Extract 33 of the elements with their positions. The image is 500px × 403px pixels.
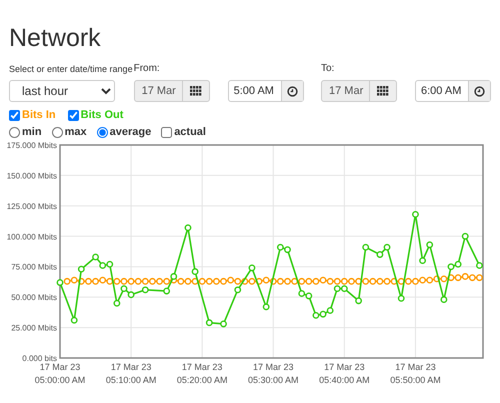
date-picker[interactable]: 17 Mar	[134, 80, 210, 102]
y-tick-label: 50.000 Mbits	[11, 293, 57, 302]
mode-label: average	[110, 124, 152, 140]
field-label: Select or enter date/time range	[9, 63, 134, 76]
x-tick-label: 17 Mar 23 05:40:00 AM	[319, 362, 370, 385]
x-tick-label: 17 Mar 23 05:50:00 AM	[390, 362, 441, 385]
field-label: To:	[321, 62, 336, 76]
y-tick-label: 100.000 Mbits	[6, 232, 57, 242]
date-picker[interactable]: 17 Mar	[321, 80, 397, 102]
page-title: Network	[9, 24, 102, 52]
x-tick-label: 17 Mar 23 05:20:00 AM	[176, 362, 228, 385]
mode-label: max	[64, 124, 87, 140]
x-tick-label: 17 Mar 23 05:30:00 AM	[248, 362, 299, 385]
y-tick-label: 175.000 Mbits	[6, 141, 57, 150]
time-field[interactable]: 6:00 AM	[416, 81, 468, 101]
series-label: Bits In	[22, 108, 56, 123]
time-picker[interactable]: 6:00 AM	[415, 80, 491, 102]
y-tick-label: 150.000 Mbits	[6, 171, 57, 180]
y-tick-label: 125.000 Mbits	[6, 202, 57, 211]
field-label: From:	[134, 62, 161, 76]
y-tick-label: 75.000 Mbits	[11, 262, 57, 272]
time-field[interactable]: 5:00 AM	[228, 81, 281, 101]
mode-label: min	[22, 124, 42, 140]
series-label: Bits Out	[80, 108, 124, 123]
range-dropdown[interactable]: last hour	[9, 80, 115, 102]
mode-label: actual	[174, 124, 206, 140]
time-picker[interactable]: 5:00 AM	[228, 80, 304, 102]
y-tick-label: 25.000 Mbits	[11, 324, 57, 333]
x-tick-label: 17 Mar 23 05:10:00 AM	[106, 362, 156, 385]
y-tick-label: 0.000 bits	[22, 354, 57, 363]
date-field[interactable]: 17 Mar	[134, 81, 182, 101]
x-tick-label: 17 Mar 23 05:00:00 AM	[34, 362, 86, 385]
date-field[interactable]: 17 Mar	[322, 81, 369, 101]
